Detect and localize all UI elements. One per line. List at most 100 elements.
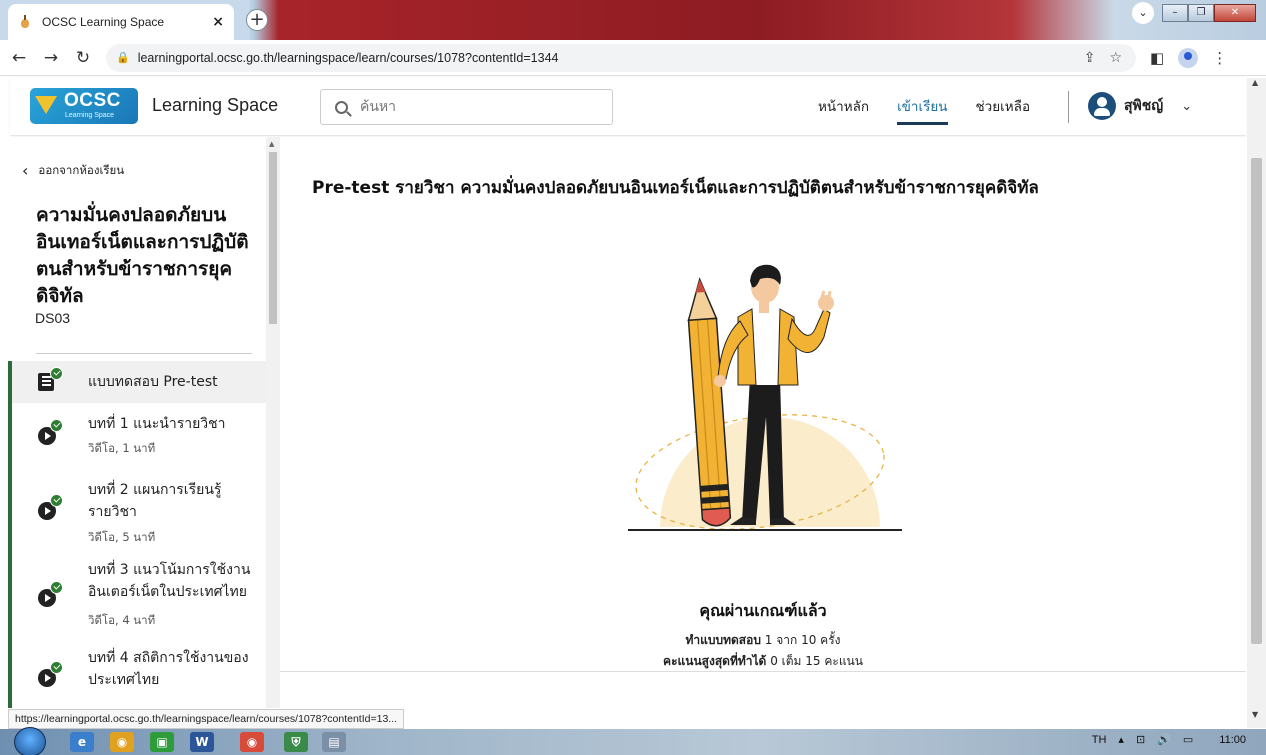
status-url: https://learningportal.ocsc.go.th/learni… xyxy=(8,709,405,729)
address-bar: ← → ↻ 🔒 learningportal.ocsc.go.th/learni… xyxy=(0,40,1266,76)
browser-tab-bar: OCSC Learning Space × + ⌄ – ❐ ✕ xyxy=(0,0,1266,40)
forward-arrow-icon[interactable]: → xyxy=(38,48,64,68)
chevron-down-icon[interactable]: ⌄ xyxy=(1181,99,1192,114)
check-icon xyxy=(50,494,63,507)
language-indicator[interactable]: TH xyxy=(1092,734,1107,746)
search-input[interactable] xyxy=(360,99,600,115)
bookmark-star-icon[interactable]: ☆ xyxy=(1109,50,1122,66)
url-text[interactable]: learningportal.ocsc.go.th/learningspace/… xyxy=(138,51,1084,65)
folder-icon[interactable]: ▤ xyxy=(322,732,346,752)
omnibox[interactable]: 🔒 learningportal.ocsc.go.th/learningspac… xyxy=(106,43,1136,72)
progress-bar xyxy=(8,465,12,555)
ie-icon[interactable]: e xyxy=(70,732,94,752)
chevron-left-icon: ‹ xyxy=(22,161,29,180)
maximize-button[interactable]: ❐ xyxy=(1188,4,1214,22)
main-content: Pre-test รายวิชา ความมั่นคงปลอดภัยบนอินเ… xyxy=(280,137,1246,708)
lesson-title: บทที่ 4 สถิติการใช้งานของประเทศไทย xyxy=(88,650,249,688)
progress-bar xyxy=(8,361,12,403)
lesson-meta: วิดีโอ, 4 นาที xyxy=(88,613,156,627)
window-controls: ⌄ – ❐ ✕ xyxy=(1132,2,1256,24)
nav-learn[interactable]: เข้าเรียน xyxy=(897,78,948,136)
lesson-title: บทที่ 1 แนะนำรายวิชา xyxy=(88,416,226,432)
result-title: คุณผ่านเกณฑ์แล้ว xyxy=(699,601,827,620)
check-icon xyxy=(50,367,63,380)
lesson-title: แบบทดสอบ Pre-test xyxy=(88,374,218,390)
side-panel-icon[interactable]: ◧ xyxy=(1150,49,1164,67)
share-icon[interactable]: ⇪ xyxy=(1084,50,1096,66)
ocsc-logo[interactable]: OCSC Learning Space xyxy=(30,88,138,124)
nav-help[interactable]: ช่วยเหลือ xyxy=(976,78,1031,136)
page-scrollbar[interactable]: ▲ ▼ xyxy=(1247,78,1266,728)
back-arrow-icon[interactable]: ← xyxy=(6,48,32,68)
leave-classroom-label: ออกจากห้องเรียน xyxy=(38,162,125,177)
progress-bar xyxy=(8,643,12,708)
minimize-button[interactable]: – xyxy=(1162,4,1188,22)
check-icon xyxy=(50,419,63,432)
scroll-up-arrow-icon[interactable]: ▲ xyxy=(269,140,274,148)
menu-kebab-icon[interactable]: ⋮ xyxy=(1212,49,1227,67)
search-icon xyxy=(335,100,348,114)
reload-icon[interactable]: ↻ xyxy=(70,48,96,68)
profile-icon[interactable] xyxy=(1178,47,1199,68)
check-icon xyxy=(50,661,63,674)
nav-home[interactable]: หน้าหลัก xyxy=(818,78,869,136)
leave-classroom-link[interactable]: ‹ ออกจากห้องเรียน xyxy=(22,161,124,180)
logo-subtext: Learning Space xyxy=(65,112,115,119)
attempts-value: 1 จาก 10 ครั้ง xyxy=(764,633,841,647)
score-info: คะแนนสูงสุดที่ทำได้ 0 เต็ม 15 คะแนน xyxy=(280,652,1246,671)
user-menu[interactable]: สุพิชญ์ ⌄ xyxy=(1088,92,1192,120)
top-nav: หน้าหลัก เข้าเรียน ช่วยเหลือ xyxy=(818,78,1058,136)
avatar-icon xyxy=(1088,92,1116,120)
tray-arrow-icon[interactable]: ▴ xyxy=(1118,733,1124,746)
sidebar-divider xyxy=(36,353,252,354)
lock-icon[interactable]: 🔒 xyxy=(116,51,130,64)
start-button[interactable] xyxy=(14,727,46,755)
page-scroll-thumb[interactable] xyxy=(1251,158,1262,644)
course-code: DS03 xyxy=(35,310,71,326)
sidebar-scroll-thumb[interactable] xyxy=(269,152,277,324)
new-tab-button[interactable]: + xyxy=(246,9,268,31)
progress-bar xyxy=(8,555,12,643)
security-icon[interactable]: ⛨ xyxy=(284,732,308,752)
header-divider xyxy=(1068,91,1069,123)
chrome-icon[interactable]: ◉ xyxy=(110,732,134,752)
brand-title[interactable]: Learning Space xyxy=(152,95,278,116)
app-header: OCSC Learning Space Learning Space หน้าห… xyxy=(10,78,1246,136)
lesson-item[interactable]: บทที่ 1 แนะนำรายวิชา วิดีโอ, 1 นาที xyxy=(8,403,266,465)
browser-tab[interactable]: OCSC Learning Space × xyxy=(8,4,234,40)
scroll-up-arrow-icon[interactable]: ▲ xyxy=(1252,78,1258,87)
network-icon[interactable]: ⊡ xyxy=(1136,733,1145,746)
lesson-item[interactable]: บทที่ 2 แผนการเรียนรู้รายวิชา วิดีโอ, 5 … xyxy=(8,465,266,555)
tab-title: OCSC Learning Space xyxy=(42,15,165,29)
tab-close-icon[interactable]: × xyxy=(212,14,224,30)
battery-icon[interactable]: ▭ xyxy=(1183,733,1193,746)
site-favicon-icon xyxy=(18,15,32,29)
clock[interactable]: 11:00 xyxy=(1219,734,1246,746)
content-divider xyxy=(280,671,1246,672)
lesson-title: บทที่ 2 แผนการเรียนรู้รายวิชา xyxy=(88,482,222,520)
score-label: คะแนนสูงสุดที่ทำได้ xyxy=(663,654,767,668)
play-icon xyxy=(38,661,63,687)
close-window-button[interactable]: ✕ xyxy=(1214,4,1256,22)
volume-icon[interactable]: 🔊 xyxy=(1157,733,1171,746)
lesson-item[interactable]: บทที่ 4 สถิติการใช้งานของประเทศไทย xyxy=(8,643,266,708)
windows-taskbar: e ◉ ▣ W ◉ ⛨ ▤ TH ▴ ⊡ 🔊 ▭ 11:00 xyxy=(0,727,1266,755)
play-icon xyxy=(38,494,63,520)
progress-bar xyxy=(8,403,12,465)
system-tray: TH ▴ ⊡ 🔊 ▭ 11:00 xyxy=(1080,733,1246,747)
search-box[interactable] xyxy=(320,89,613,125)
lesson-item[interactable]: บทที่ 3 แนวโน้มการใช้งานอินเตอร์เน็ตในปร… xyxy=(8,555,266,643)
pencil-person-illustration xyxy=(628,264,902,531)
word-icon[interactable]: W xyxy=(190,732,214,752)
tab-search-icon[interactable]: ⌄ xyxy=(1132,2,1154,24)
play-icon xyxy=(38,581,63,607)
play-icon xyxy=(38,419,63,445)
logo-mark-icon xyxy=(35,96,57,116)
chrome-window-icon[interactable]: ◉ xyxy=(240,732,264,752)
scroll-down-arrow-icon[interactable]: ▼ xyxy=(1252,710,1258,719)
page-title: Pre-test รายวิชา ความมั่นคงปลอดภัยบนอินเ… xyxy=(312,178,1039,198)
lesson-item[interactable]: แบบทดสอบ Pre-test xyxy=(8,361,266,403)
lesson-meta: วิดีโอ, 5 นาที xyxy=(88,530,156,544)
app-icon[interactable]: ▣ xyxy=(150,732,174,752)
sidebar-scrollbar[interactable]: ▲ xyxy=(266,137,280,708)
